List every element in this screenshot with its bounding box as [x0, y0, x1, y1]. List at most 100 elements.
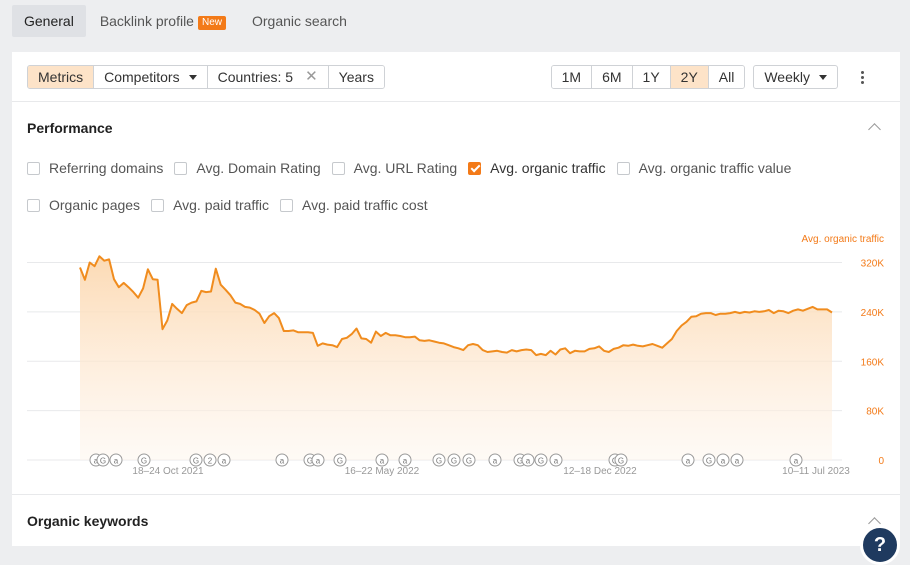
- y-tick-label: 320K: [861, 259, 885, 270]
- collapse-chevron-icon[interactable]: [868, 123, 881, 136]
- annotation-marker-label: 2: [208, 457, 213, 466]
- checkbox-box[interactable]: [280, 198, 294, 212]
- tab-backlink-profile[interactable]: Backlink profile New: [88, 5, 238, 37]
- annotation-marker-label: G: [706, 457, 712, 466]
- annotation-marker-label: a: [686, 457, 691, 466]
- range-group: 1M 6M 1Y 2Y All: [550, 65, 746, 89]
- range-1m-button[interactable]: 1M: [551, 66, 593, 88]
- annotation-marker[interactable]: G: [534, 453, 548, 467]
- y-tick-label: 0: [878, 456, 884, 467]
- checkbox-label: Avg. paid traffic: [173, 197, 270, 213]
- annotation-marker[interactable]: a: [109, 453, 123, 467]
- close-icon[interactable]: ✕: [305, 66, 318, 88]
- annotation-marker[interactable]: G: [333, 453, 347, 467]
- range-all-button[interactable]: All: [708, 66, 745, 88]
- annotation-marker[interactable]: a: [521, 453, 535, 467]
- checkbox-box[interactable]: [151, 198, 165, 212]
- interval-dropdown[interactable]: Weekly: [753, 65, 838, 89]
- toolbar-divider: [12, 101, 900, 102]
- checkbox-avg-organic-traffic-value[interactable]: Avg. organic traffic value: [616, 160, 791, 176]
- y-tick-label: 160K: [861, 357, 885, 368]
- caret-down-icon: [819, 74, 827, 80]
- range-2y-button[interactable]: 2Y: [670, 66, 709, 88]
- help-button[interactable]: ?: [860, 525, 900, 565]
- annotation-marker-label: a: [403, 457, 408, 466]
- checkbox-referring-domains[interactable]: Referring domains: [27, 160, 163, 176]
- years-button[interactable]: Years: [328, 66, 384, 88]
- annotation-marker-label: a: [222, 457, 227, 466]
- annotation-marker[interactable]: G: [432, 453, 446, 467]
- checkbox-label: Avg. URL Rating: [353, 160, 458, 176]
- annotation-marker[interactable]: a: [789, 453, 803, 467]
- annotation-marker-label: G: [193, 457, 199, 466]
- checkbox-box[interactable]: [174, 161, 188, 175]
- checkbox-avg-url-rating[interactable]: Avg. URL Rating: [331, 160, 458, 176]
- checkbox-label: Avg. Domain Rating: [196, 160, 321, 176]
- annotation-marker[interactable]: a: [681, 453, 695, 467]
- annotation-marker-label: a: [526, 457, 531, 466]
- metrics-button[interactable]: Metrics: [28, 66, 95, 88]
- checkbox-box[interactable]: [27, 198, 40, 212]
- annotation-marker[interactable]: G: [462, 453, 476, 467]
- annotation-marker[interactable]: G: [189, 453, 203, 467]
- range-1y-button[interactable]: 1Y: [632, 66, 671, 88]
- x-tick-label: 16–22 May 2022: [345, 466, 420, 477]
- checkbox-label: Organic pages: [49, 197, 141, 213]
- annotation-marker-label: a: [114, 457, 119, 466]
- annotation-marker[interactable]: a: [488, 453, 502, 467]
- checkbox-organic-pages[interactable]: Organic pages: [27, 197, 140, 213]
- countries-label: Countries: 5: [217, 69, 294, 85]
- annotation-marker[interactable]: G: [137, 453, 151, 467]
- competitors-label: Competitors: [104, 69, 180, 85]
- y-tick-label: 240K: [861, 308, 885, 319]
- checkbox-box[interactable]: [331, 161, 345, 175]
- x-axis-labels: 18–24 Oct 2021 16–22 May 2022 12–18 Dec 20…: [132, 466, 850, 477]
- annotation-marker[interactable]: 2: [203, 453, 217, 467]
- checkbox-avg-paid-traffic[interactable]: Avg. paid traffic: [151, 197, 269, 213]
- annotation-marker-label: a: [280, 457, 285, 466]
- annotation-marker-label: a: [721, 457, 726, 466]
- more-options-icon[interactable]: [852, 66, 872, 88]
- top-tabs: General Backlink profile New Organic sear…: [12, 5, 361, 37]
- checkbox-avg-domain-rating[interactable]: Avg. Domain Rating: [174, 160, 321, 176]
- tab-organic-search[interactable]: Organic search: [240, 5, 359, 37]
- mode-group: Metrics Competitors Countries: 5 ✕ Years: [27, 65, 385, 89]
- section-divider: [12, 494, 900, 495]
- tab-backlink-label: Backlink profile: [99, 13, 194, 29]
- traffic-area: [80, 256, 832, 460]
- tab-general[interactable]: General: [12, 5, 86, 37]
- toolbar-right: 1M 6M 1Y 2Y All Weekly: [550, 65, 872, 89]
- annotation-marker[interactable]: a: [398, 453, 412, 467]
- annotation-marker-label: a: [794, 457, 799, 466]
- countries-filter[interactable]: Countries: 5 ✕: [207, 66, 329, 88]
- annotation-marker[interactable]: G: [614, 453, 628, 467]
- annotation-marker[interactable]: G: [702, 453, 716, 467]
- toolbar-left: Metrics Competitors Countries: 5 ✕ Years: [27, 65, 385, 89]
- checkbox-avg-organic-traffic[interactable]: Avg. organic traffic: [468, 160, 606, 176]
- checkbox-checked-icon[interactable]: [468, 161, 482, 175]
- annotation-marker-label: a: [380, 457, 385, 466]
- annotation-marker-label: G: [538, 457, 544, 466]
- caret-down-icon: [188, 74, 197, 80]
- x-tick-label: 10–11 Jul 2023: [782, 466, 850, 477]
- checkbox-box[interactable]: [616, 161, 630, 175]
- range-6m-button[interactable]: 6M: [592, 66, 633, 88]
- annotation-marker[interactable]: a: [311, 453, 325, 467]
- annotation-marker[interactable]: G: [447, 453, 461, 467]
- checkbox-box[interactable]: [27, 161, 40, 175]
- competitors-dropdown[interactable]: Competitors: [94, 66, 208, 88]
- annotation-marker[interactable]: a: [716, 453, 730, 467]
- x-tick-label: 18–24 Oct 2021: [132, 466, 204, 477]
- annotation-marker-label: G: [618, 457, 624, 466]
- annotation-marker[interactable]: a: [217, 453, 231, 467]
- annotation-marker[interactable]: a: [275, 453, 289, 467]
- annotation-marker-label: G: [451, 457, 457, 466]
- checkbox-avg-paid-traffic-cost[interactable]: Avg. paid traffic cost: [280, 197, 428, 213]
- annotation-marker-label: G: [466, 457, 472, 466]
- annotation-marker[interactable]: G: [96, 453, 110, 467]
- annotation-marker[interactable]: a: [375, 453, 389, 467]
- metrics-checkboxes-row1: Referring domains Avg. Domain Rating Avg…: [27, 160, 802, 176]
- annotation-marker[interactable]: a: [730, 453, 744, 467]
- annotation-marker[interactable]: a: [549, 453, 563, 467]
- traffic-chart: 320K240K160K80K0 aGaGG2aaGaGaaGGGaGaGaGG…: [27, 234, 885, 477]
